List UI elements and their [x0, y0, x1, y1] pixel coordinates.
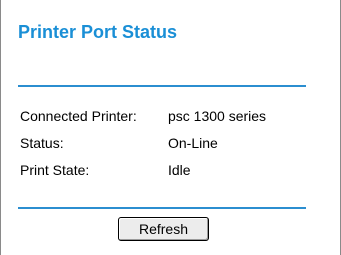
printer-port-status-panel: Printer Port Status Connected Printer: p…	[0, 0, 341, 255]
print-state-label: Print State:	[20, 162, 90, 178]
divider-top	[18, 85, 306, 87]
connected-printer-label: Connected Printer:	[20, 108, 137, 124]
connected-printer-value: psc 1300 series	[168, 108, 267, 124]
divider-bottom	[18, 207, 306, 209]
print-state-value: Idle	[168, 162, 191, 178]
status-label: Status:	[20, 135, 64, 151]
page-title: Printer Port Status	[18, 22, 178, 42]
status-value: On-Line	[168, 135, 218, 151]
refresh-button[interactable]: Refresh	[118, 217, 209, 241]
